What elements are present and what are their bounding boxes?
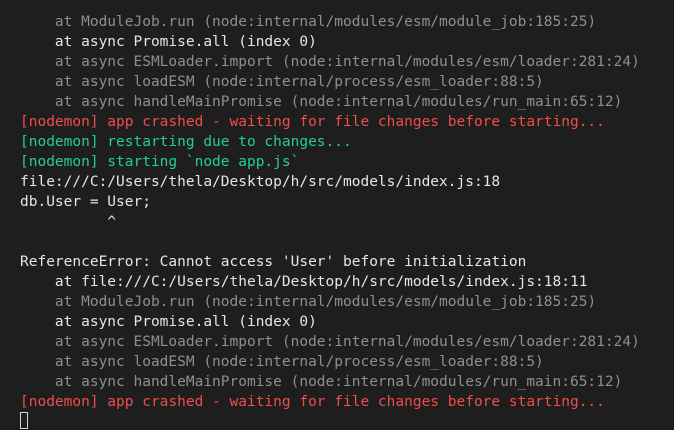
terminal-line: at file:///C:/Users/thela/Desktop/h/src/…	[20, 274, 588, 290]
terminal-line: file:///C:/Users/thela/Desktop/h/src/mod…	[20, 174, 501, 190]
terminal-line: at async loadESM (node:internal/process/…	[20, 354, 544, 370]
terminal-line: at async loadESM (node:internal/process/…	[20, 74, 544, 90]
terminal-line: [nodemon] starting `node app.js`	[20, 154, 300, 170]
terminal-cursor	[20, 412, 28, 429]
terminal-line: db.User = User;	[20, 194, 151, 210]
terminal-output[interactable]: at ModuleJob.run (node:internal/modules/…	[0, 0, 674, 430]
terminal-line: ReferenceError: Cannot access 'User' bef…	[20, 254, 527, 270]
terminal-line: at async ESMLoader.import (node:internal…	[20, 54, 640, 70]
terminal-line: [nodemon] restarting due to changes...	[20, 134, 352, 150]
terminal-line: at async handleMainPromise (node:interna…	[20, 374, 623, 390]
terminal-line: at async ESMLoader.import (node:internal…	[20, 334, 640, 350]
terminal-line: at ModuleJob.run (node:internal/modules/…	[20, 294, 597, 310]
terminal-prompt-line[interactable]	[0, 412, 674, 430]
terminal-line: at async Promise.all (index 0)	[20, 34, 317, 50]
terminal-line: [nodemon] app crashed - waiting for file…	[20, 394, 605, 410]
terminal-line: at ModuleJob.run (node:internal/modules/…	[20, 14, 597, 30]
terminal-line: at async handleMainPromise (node:interna…	[20, 94, 623, 110]
terminal-line: at async Promise.all (index 0)	[20, 314, 317, 330]
terminal-line: ^	[20, 214, 117, 230]
terminal-line: [nodemon] app crashed - waiting for file…	[20, 114, 605, 130]
